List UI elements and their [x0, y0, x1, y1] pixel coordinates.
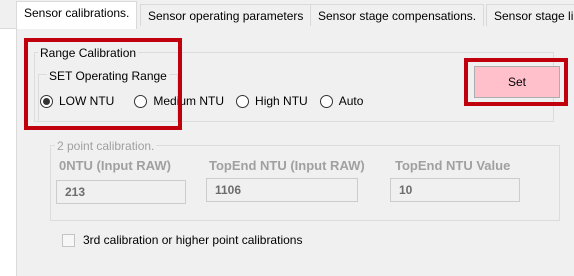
- radio-medium-ntu[interactable]: Medium NTU: [134, 94, 224, 108]
- radio-auto-label: Auto: [338, 94, 364, 108]
- tab-sensor-operating-parameters[interactable]: Sensor operating parameters: [140, 4, 312, 26]
- tab-sensor-stage-limits[interactable]: Sensor stage li: [486, 4, 574, 26]
- third-calibration-checkbox[interactable]: [62, 233, 75, 247]
- radio-unselected-icon: [134, 94, 148, 108]
- operating-range-options: LOW NTU Medium NTU High NTU Auto: [40, 92, 375, 110]
- zero-ntu-field[interactable]: 213: [56, 180, 186, 204]
- radio-high-ntu[interactable]: High NTU: [236, 94, 308, 108]
- radio-selected-icon: [40, 94, 53, 108]
- zero-ntu-label: 0NTU (Input RAW): [59, 158, 171, 173]
- topend-raw-label: TopEnd NTU (Input RAW): [209, 158, 365, 173]
- tab-sensor-calibrations[interactable]: Sensor calibrations.: [16, 1, 138, 29]
- radio-low-ntu[interactable]: LOW NTU: [40, 94, 114, 108]
- radio-low-ntu-label: LOW NTU: [59, 94, 115, 108]
- tab-sensor-stage-compensations[interactable]: Sensor stage compensations.: [310, 4, 485, 26]
- radio-unselected-icon: [236, 94, 250, 108]
- radio-unselected-icon: [319, 94, 333, 108]
- two-point-calibration-title: 2 point calibration.: [55, 139, 157, 153]
- radio-high-ntu-label: High NTU: [255, 94, 308, 108]
- third-calibration-option[interactable]: 3rd calibration or higher point calibrat…: [62, 233, 302, 247]
- topend-value-label: TopEnd NTU Value: [395, 158, 511, 173]
- set-button[interactable]: Set: [474, 66, 560, 98]
- topend-value-field[interactable]: 10: [390, 178, 520, 202]
- operating-range-title: SET Operating Range: [47, 69, 169, 83]
- topend-raw-field[interactable]: 1106: [206, 178, 358, 202]
- radio-medium-ntu-label: Medium NTU: [153, 94, 225, 108]
- range-calibration-title: Range Calibration: [38, 46, 139, 60]
- tab-strip: Sensor calibrations. Sensor operating pa…: [0, 0, 574, 29]
- sensor-window: Sensor calibrations. Sensor operating pa…: [0, 0, 574, 276]
- radio-auto[interactable]: Auto: [319, 94, 364, 108]
- third-calibration-label: 3rd calibration or higher point calibrat…: [83, 233, 303, 247]
